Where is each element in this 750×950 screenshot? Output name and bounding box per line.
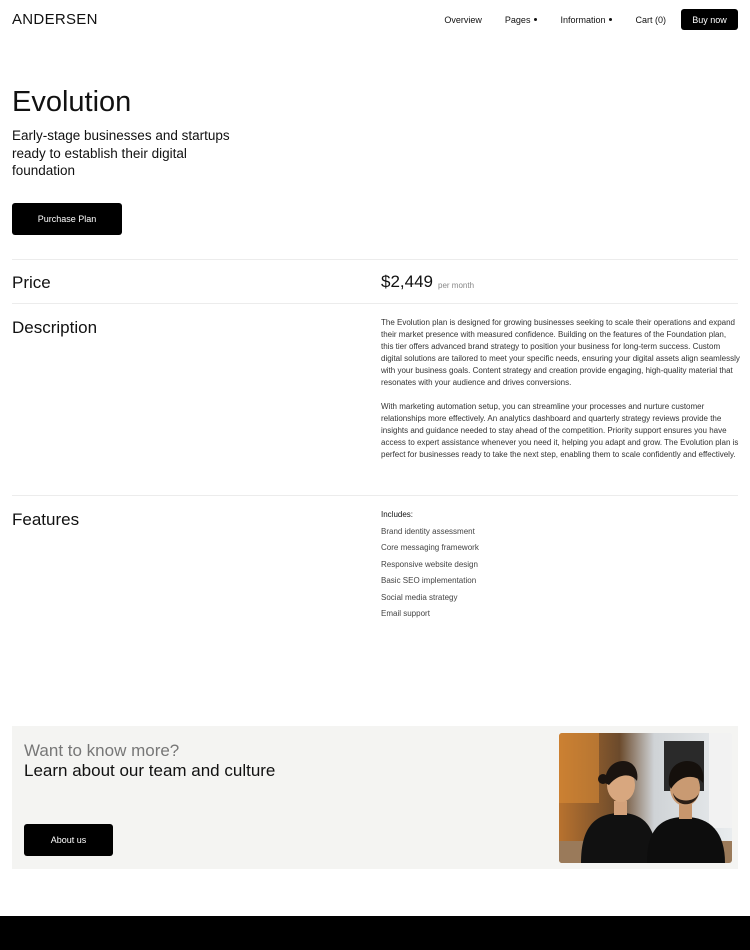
about-us-button[interactable]: About us — [24, 824, 113, 856]
nav-label: Pages — [504, 14, 531, 25]
feature-item: Email support — [381, 609, 430, 618]
plan-subtitle: Early-stage businesses and startups read… — [12, 128, 230, 178]
description-heading: Description — [12, 318, 98, 337]
cta-kicker: Want to know more? — [24, 741, 180, 760]
divider — [12, 495, 738, 496]
price-amount: $2,449 — [381, 272, 433, 291]
description-paragraph: With marketing automation setup, you can… — [381, 402, 739, 459]
features-includes-label: Includes: — [381, 510, 414, 519]
brand-logo[interactable]: ANDERSEN — [12, 11, 98, 28]
team-cta-card: Want to know more? Learn about our team … — [12, 726, 738, 869]
plan-title: Evolution — [12, 86, 132, 118]
divider — [12, 259, 738, 260]
nav-information[interactable]: Information — [560, 14, 613, 25]
features-heading: Features — [12, 510, 80, 529]
price-period: per month — [438, 281, 475, 290]
main-nav: Overview Pages Information Cart (0) Buy … — [421, 9, 738, 30]
divider — [12, 303, 738, 304]
description-body: The Evolution plan is designed for growi… — [381, 317, 740, 461]
purchase-plan-button[interactable]: Purchase Plan — [12, 203, 122, 235]
nav-label: Information — [560, 14, 606, 25]
site-header: ANDERSEN Overview Pages Information Cart… — [0, 0, 750, 40]
site-footer — [0, 916, 750, 950]
cta-title: Learn about our team and culture — [24, 761, 276, 780]
nav-overview[interactable]: Overview — [444, 15, 482, 25]
feature-item: Basic SEO implementation — [381, 576, 477, 585]
feature-item: Core messaging framework — [381, 543, 479, 552]
nav-label: Overview — [444, 14, 482, 25]
price-heading: Price — [12, 273, 51, 292]
nav-pages[interactable]: Pages — [505, 15, 538, 25]
dropdown-dot-icon — [609, 18, 613, 21]
feature-item: Responsive website design — [381, 559, 478, 569]
buy-now-button[interactable]: Buy now — [681, 9, 738, 30]
team-photo — [559, 733, 732, 863]
nav-cart[interactable]: Cart (0) — [635, 15, 666, 25]
feature-item: Social media strategy — [381, 592, 458, 602]
description-paragraph: The Evolution plan is designed for growi… — [381, 318, 740, 387]
feature-item: Brand identity assessment — [381, 526, 475, 536]
features-list: Includes: Brand identity assessment Core… — [381, 509, 721, 625]
nav-label: Cart (0) — [635, 14, 666, 25]
dropdown-dot-icon — [534, 18, 538, 21]
